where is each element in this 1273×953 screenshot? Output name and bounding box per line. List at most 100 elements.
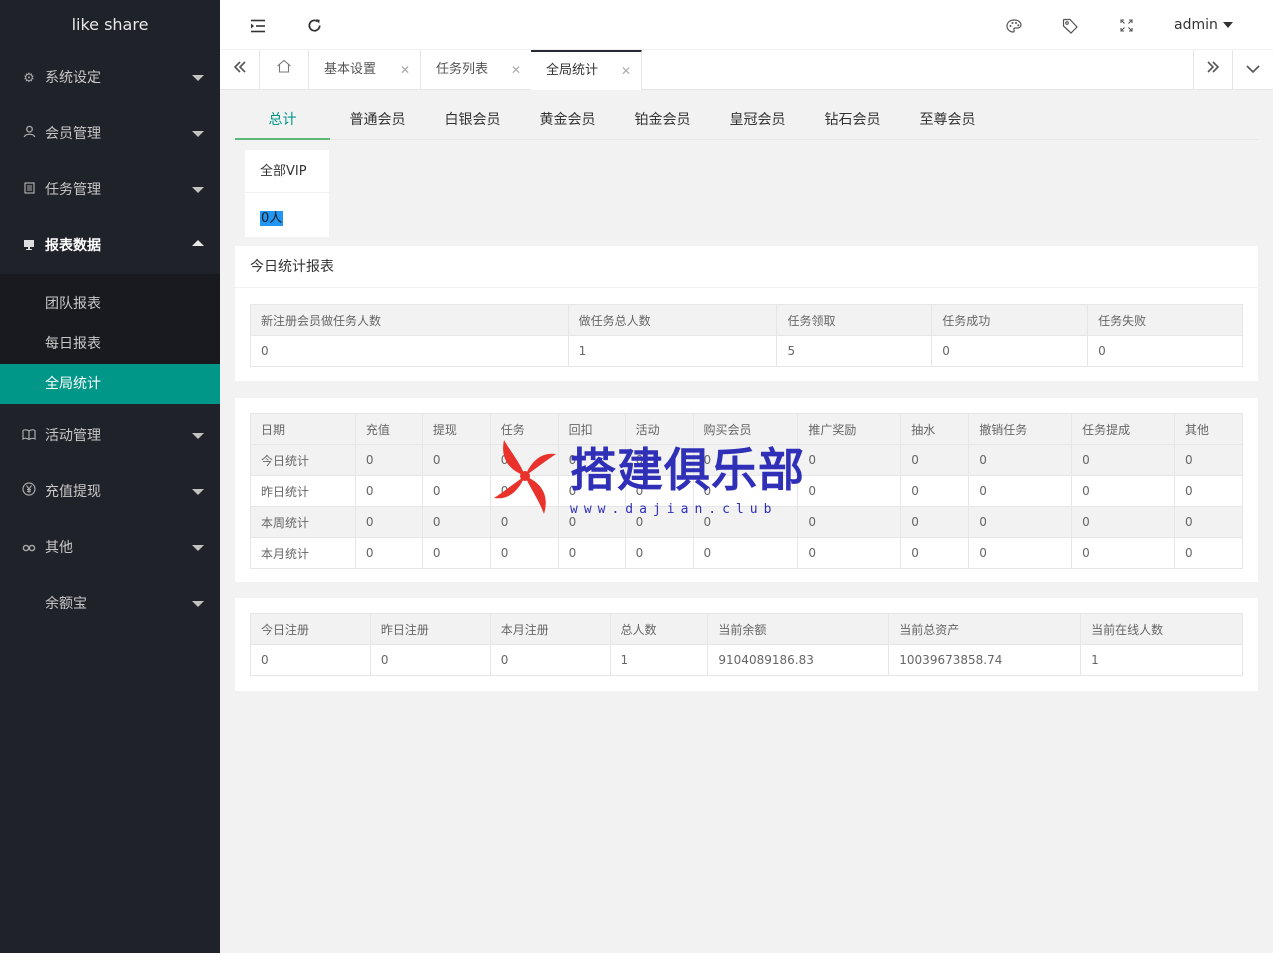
tabs-scroll-right-icon[interactable] — [1193, 50, 1233, 90]
period-stats-panel: 日期 充值 提现 任务 回扣 活动 购买会员 推广奖励 抽水 撤销任务 任务提成 其他 今日统计 0 0 0… — [235, 398, 1258, 582]
sidebar-subitem-daily-report[interactable]: 每日报表 — [0, 324, 220, 364]
row-label: 昨日统计 — [250, 475, 356, 507]
table-cell: 0 — [624, 444, 694, 476]
tab-crown-member[interactable]: 皇冠会员 — [710, 100, 805, 140]
table-cell: 0 — [968, 537, 1073, 569]
row-label: 今日统计 — [250, 444, 356, 476]
sidebar-item-system-settings[interactable]: ⚙ 系统设定 — [0, 50, 220, 106]
main-content: 总计 普通会员 白银会员 黄金会员 铂金会员 皇冠会员 钻石会员 至尊会员 全部… — [220, 90, 1273, 953]
table-header: 任务提成 — [1071, 413, 1175, 445]
chevron-down-icon — [1222, 22, 1233, 28]
table-cell: 0 — [900, 475, 970, 507]
tab-gold-member[interactable]: 黄金会员 — [520, 100, 615, 140]
table-cell: 0 — [1173, 506, 1244, 538]
sidebar-item-label: 其他 — [45, 540, 73, 556]
table-header: 活动 — [624, 413, 694, 445]
sidebar-item-recharge-withdraw[interactable]: 充值提现 — [0, 464, 220, 520]
tab-diamond-member[interactable]: 钻石会员 — [805, 100, 900, 140]
table-header: 推广奖励 — [797, 413, 902, 445]
tab-label: 任务列表 — [436, 62, 489, 77]
table-cell: 0 — [489, 537, 559, 569]
table-header: 撤销任务 — [968, 413, 1073, 445]
table-row: 今日统计 0 0 0 0 0 0 0 0 0 0 0 — [250, 444, 1244, 476]
tab-basic-settings[interactable]: 基本设置 ✕ — [309, 50, 421, 90]
tab-normal-member[interactable]: 普通会员 — [330, 100, 425, 140]
period-stats-table: 日期 充值 提现 任务 回扣 活动 购买会员 推广奖励 抽水 撤销任务 任务提成 其他 今日统计 0 0 0… — [250, 413, 1244, 569]
table-cell: 0 — [557, 506, 626, 538]
tab-supreme-member[interactable]: 至尊会员 — [900, 100, 995, 140]
table-row: 昨日统计 0 0 0 0 0 0 0 0 0 0 0 — [250, 475, 1244, 507]
tab-total[interactable]: 总计 — [235, 100, 330, 140]
today-report-panel: 今日统计报表 新注册会员做任务人数 做任务总人数 任务领取 任务成功 任务失败 … — [235, 246, 1258, 381]
row-label: 本月统计 — [250, 537, 356, 569]
monitor-icon — [20, 219, 38, 275]
tabs-scroll-left-icon[interactable] — [220, 50, 260, 90]
table-cell: 0 — [557, 444, 626, 476]
sidebar-item-member-management[interactable]: 会员管理 — [0, 106, 220, 162]
table-cell: 0 — [1173, 475, 1244, 507]
sidebar-item-label: 会员管理 — [45, 126, 101, 142]
tab-platinum-member[interactable]: 铂金会员 — [615, 100, 710, 140]
sidebar-item-activity-management[interactable]: 活动管理 — [0, 408, 220, 464]
sidebar-item-other[interactable]: 其他 — [0, 520, 220, 576]
table-cell: 0 — [369, 644, 491, 676]
today-report-table: 新注册会员做任务人数 做任务总人数 任务领取 任务成功 任务失败 0 1 5 0… — [250, 304, 1243, 367]
yen-icon — [20, 465, 38, 521]
table-cell: 10039673858.74 — [888, 644, 1082, 676]
user-menu[interactable]: admin — [1174, 0, 1233, 50]
table-cell: 0 — [557, 475, 626, 507]
table-cell: 9104089186.83 — [707, 644, 890, 676]
sidebar-item-label: 任务管理 — [45, 182, 101, 198]
table-cell: 0 — [797, 537, 902, 569]
close-icon[interactable]: ✕ — [511, 50, 521, 90]
chevron-down-icon — [192, 187, 204, 193]
sidebar-subitem-global-stats[interactable]: 全局统计 — [0, 364, 220, 404]
table-row: 0 0 0 1 9104089186.83 10039673858.74 1 — [250, 644, 1243, 676]
menu-fold-icon[interactable] — [238, 0, 278, 50]
tabs-menu-chevron-down-icon[interactable] — [1233, 50, 1273, 90]
fullscreen-icon[interactable] — [1106, 0, 1146, 50]
table-cell: 0 — [692, 506, 799, 538]
chevron-up-icon — [192, 240, 204, 246]
refresh-icon[interactable] — [294, 0, 334, 50]
home-icon[interactable] — [260, 50, 309, 90]
sidebar-subitem-team-report[interactable]: 团队报表 — [0, 284, 220, 324]
chevron-down-icon — [192, 131, 204, 137]
table-header: 提现 — [421, 413, 491, 445]
sidebar-item-label: 活动管理 — [45, 428, 101, 444]
tab-silver-member[interactable]: 白银会员 — [425, 100, 520, 140]
table-header: 当前在线人数 — [1080, 613, 1243, 645]
table-cell: 0 — [557, 537, 626, 569]
sidebar-item-label: 余额宝 — [45, 596, 87, 612]
close-icon[interactable]: ✕ — [621, 52, 631, 90]
table-header: 当前余额 — [707, 613, 890, 645]
sidebar-item-yuebao[interactable]: 余额宝 — [0, 576, 220, 632]
close-icon[interactable]: ✕ — [400, 50, 410, 90]
tab-task-list[interactable]: 任务列表 ✕ — [421, 50, 532, 90]
page-tabs-bar: 基本设置 ✕ 任务列表 ✕ 全局统计 ✕ — [220, 50, 1273, 90]
table-cell: 0 — [1071, 537, 1175, 569]
table-cell: 0 — [968, 506, 1073, 538]
table-cell: 1 — [1080, 644, 1243, 676]
chevron-down-icon — [192, 489, 204, 495]
vip-count-card: 全部VIP 0人 — [245, 150, 329, 237]
sidebar-item-task-management[interactable]: 任务管理 — [0, 162, 220, 218]
table-cell: 0 — [1071, 506, 1175, 538]
chevron-down-icon — [192, 545, 204, 551]
top-header: admin — [220, 0, 1273, 50]
member-level-tabs: 总计 普通会员 白银会员 黄金会员 铂金会员 皇冠会员 钻石会员 至尊会员 — [235, 100, 1258, 140]
table-cell: 0 — [797, 444, 902, 476]
document-icon — [20, 163, 38, 219]
table-cell: 0 — [968, 444, 1073, 476]
table-header: 日期 — [250, 413, 356, 445]
tab-label: 全局统计 — [546, 63, 599, 78]
tab-global-stats[interactable]: 全局统计 ✕ — [531, 50, 642, 90]
table-cell: 0 — [489, 444, 559, 476]
palette-icon[interactable] — [994, 0, 1034, 50]
table-header: 新注册会员做任务人数 — [250, 304, 569, 336]
tag-icon[interactable] — [1050, 0, 1090, 50]
sidebar: like share ⚙ 系统设定 会员管理 任务管理 报表数据 团队报表 每日报… — [0, 0, 220, 953]
sidebar-item-report-data[interactable]: 报表数据 — [0, 218, 220, 274]
sidebar-submenu-report: 团队报表 每日报表 全局统计 — [0, 274, 220, 404]
sidebar-item-label: 充值提现 — [45, 484, 101, 500]
